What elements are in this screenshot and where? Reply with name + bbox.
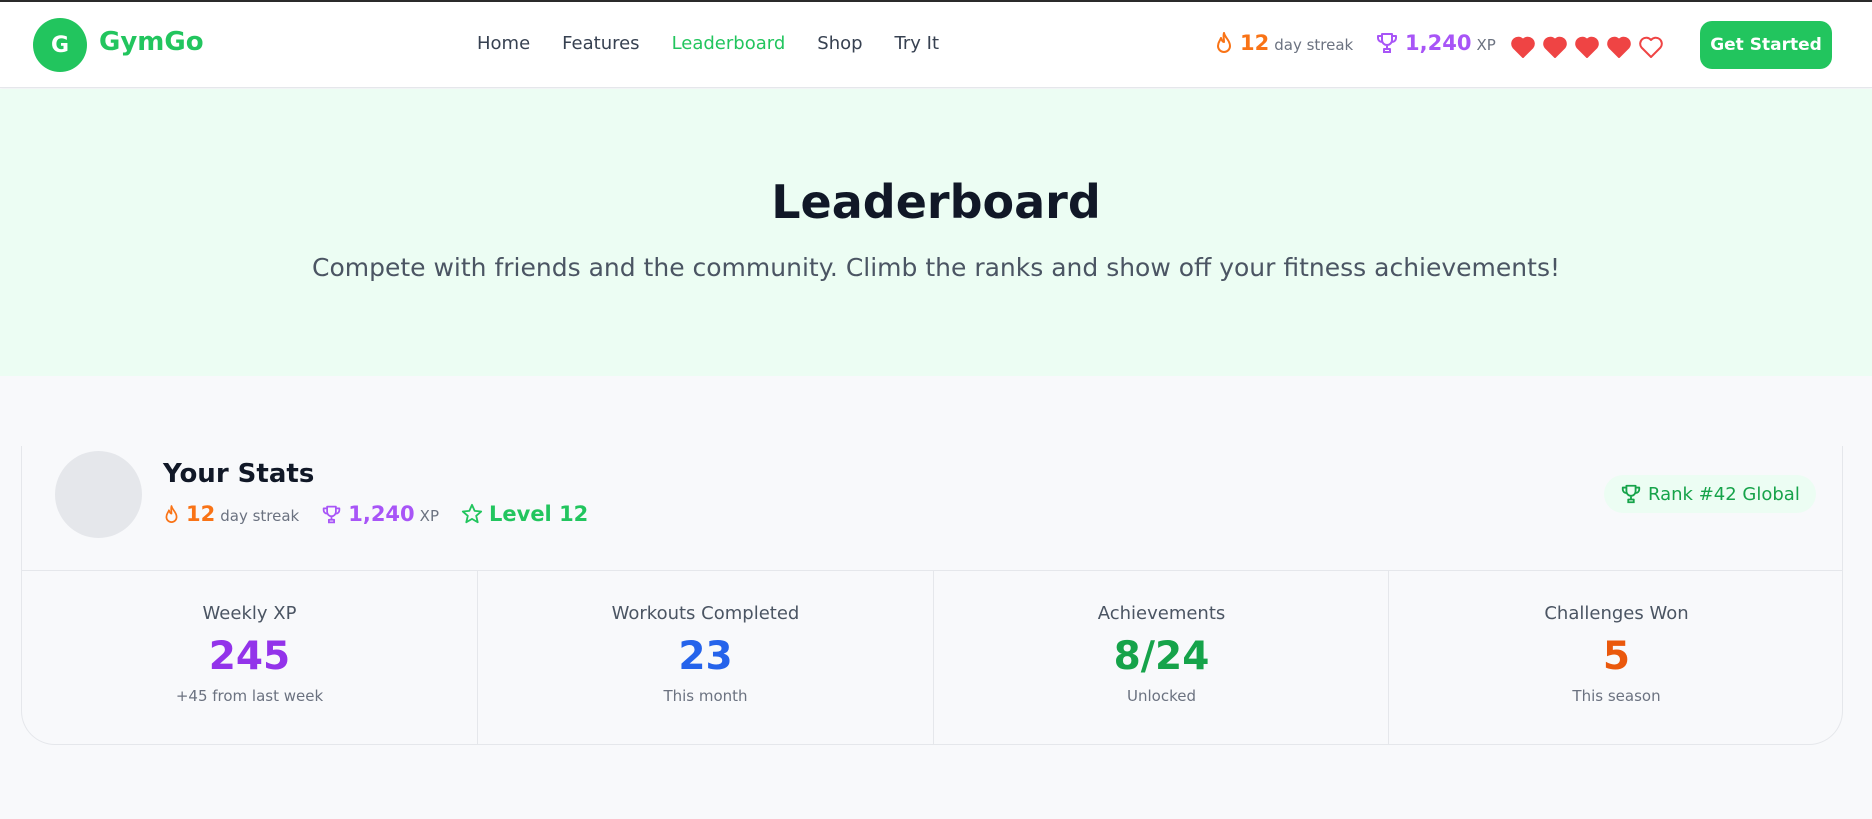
rank-badge: Rank #42 Global: [1604, 475, 1816, 513]
flame-icon: [1214, 31, 1234, 55]
stat-value: 23: [678, 634, 733, 679]
stats-streak: 12 day streak: [163, 502, 299, 526]
stat-value: 245: [208, 634, 291, 679]
brand-name[interactable]: GymGo: [99, 27, 204, 57]
lives-hearts: [1510, 35, 1670, 59]
heart-filled-icon: [1574, 35, 1600, 59]
trophy-icon: [321, 504, 342, 525]
trophy-icon: [1375, 31, 1399, 55]
nav-link-home[interactable]: Home: [477, 33, 530, 54]
stat-label: Challenges Won: [1544, 603, 1689, 624]
stats-streak-value: 12: [186, 502, 216, 526]
nav-xp-value: 1,240: [1405, 31, 1472, 55]
stat-label: Achievements: [1097, 603, 1226, 624]
nav-xp-label: XP: [1476, 36, 1496, 54]
your-stats-summary: 12 day streak 1,240 XP Level 12: [163, 502, 610, 526]
stats-streak-label: day streak: [220, 507, 300, 525]
nav-streak-value: 12: [1240, 31, 1270, 55]
nav-link-shop[interactable]: Shop: [817, 33, 862, 54]
stat-workouts-completed: Workouts Completed 23 This month: [478, 603, 933, 705]
avatar: [55, 451, 142, 538]
stats-level-label: Level 12: [489, 502, 589, 526]
stat-note: This season: [1572, 687, 1661, 705]
stat-note: This month: [663, 687, 748, 705]
your-stats-title: Your Stats: [163, 459, 315, 489]
heart-filled-icon: [1606, 35, 1632, 59]
nav-xp-indicator: 1,240 XP: [1375, 31, 1496, 55]
nav-link-try-it[interactable]: Try It: [895, 33, 940, 54]
stat-achievements: Achievements 8/24 Unlocked: [934, 603, 1389, 705]
brand-logo-initial: G: [50, 32, 70, 58]
brand-logo[interactable]: G: [33, 18, 87, 72]
hero-section: Leaderboard Compete with friends and the…: [0, 89, 1872, 376]
stat-value: 5: [1602, 634, 1631, 679]
flame-icon: [163, 504, 180, 525]
nav-link-features[interactable]: Features: [562, 33, 639, 54]
nav-streak-label: day streak: [1274, 36, 1354, 54]
heart-empty-icon: [1638, 35, 1664, 59]
get-started-button[interactable]: Get Started: [1700, 21, 1832, 69]
stats-xp-label: XP: [419, 507, 439, 525]
stats-divider: [22, 570, 1842, 571]
nav-streak-indicator: 12 day streak: [1214, 31, 1353, 55]
stats-xp-value: 1,240: [348, 502, 415, 526]
stat-value: 8/24: [1113, 634, 1210, 679]
stats-xp: 1,240 XP: [321, 502, 439, 526]
stat-label: Workouts Completed: [611, 603, 800, 624]
main-nav-links: Home Features Leaderboard Shop Try It: [477, 33, 971, 54]
heart-filled-icon: [1542, 35, 1568, 59]
stat-note: +45 from last week: [175, 687, 324, 705]
stats-level: Level 12: [461, 502, 588, 526]
page-subtitle: Compete with friends and the community. …: [312, 253, 1560, 282]
top-navigation-bar: G GymGo Home Features Leaderboard Shop T…: [0, 2, 1872, 88]
trophy-icon: [1620, 483, 1642, 505]
stat-label: Weekly XP: [202, 603, 297, 624]
stat-weekly-xp: Weekly XP 245 +45 from last week: [22, 603, 477, 705]
rank-label: Rank #42 Global: [1648, 483, 1800, 505]
heart-filled-icon: [1510, 35, 1536, 59]
stat-note: Unlocked: [1127, 687, 1196, 705]
star-icon: [461, 503, 483, 525]
page-title: Leaderboard: [771, 175, 1101, 229]
stat-challenges-won: Challenges Won 5 This season: [1389, 603, 1844, 705]
nav-link-leaderboard[interactable]: Leaderboard: [672, 33, 786, 54]
